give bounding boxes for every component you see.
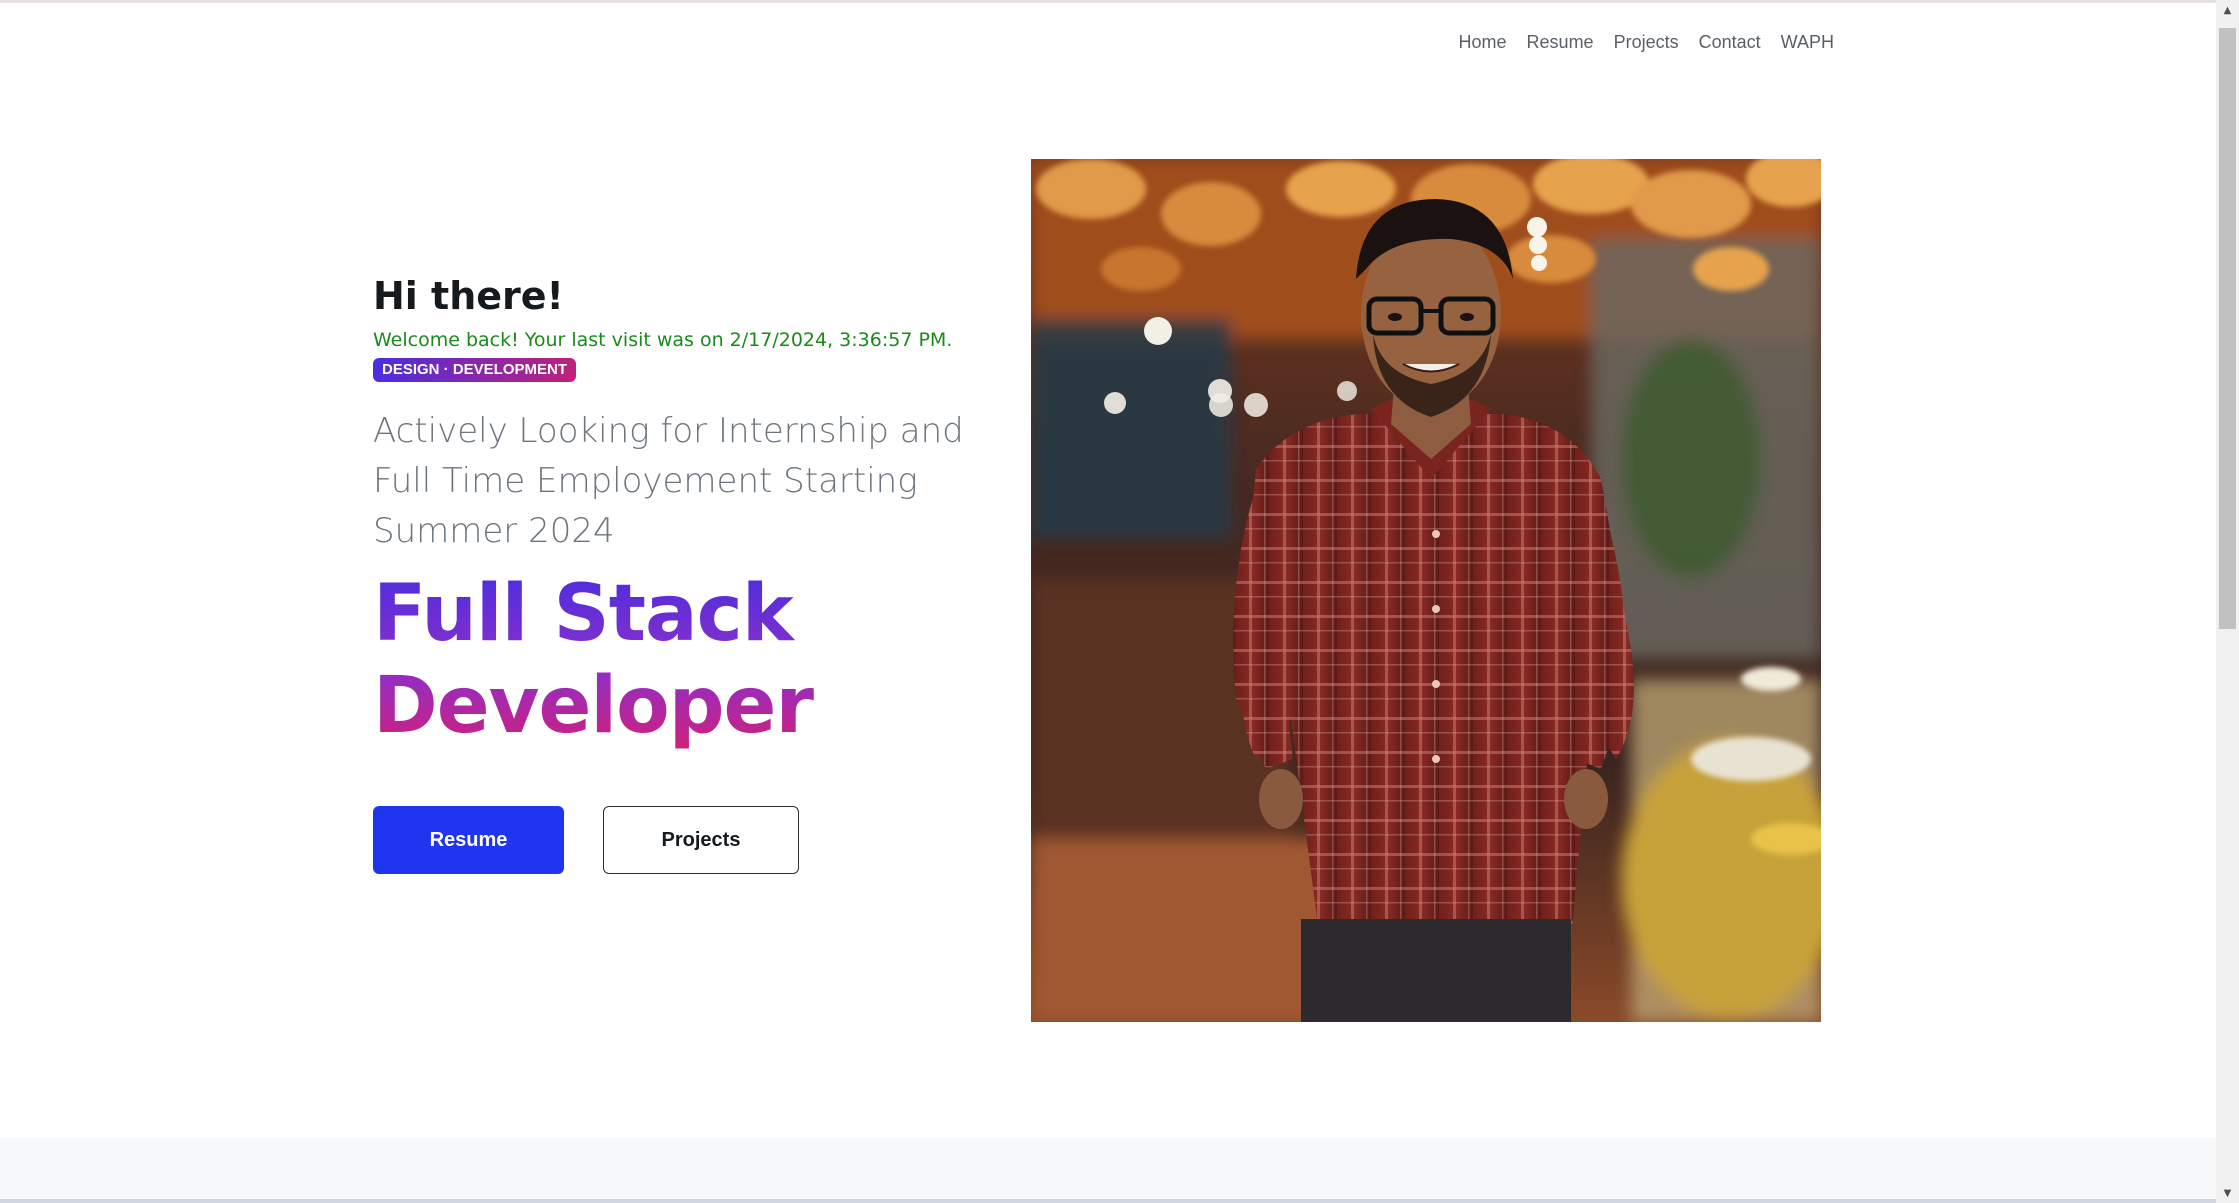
projects-button[interactable]: Projects (603, 806, 799, 874)
triangle-down-icon[interactable]: ▼ (2216, 1183, 2239, 1203)
profile-photo-illustration (1031, 159, 1821, 1022)
main-nav: Home Resume Projects Contact WAPH (1459, 32, 1834, 53)
nav-projects-link[interactable]: Projects (1614, 32, 1679, 53)
nav-waph-link[interactable]: WAPH (1781, 32, 1834, 53)
triangle-up-icon[interactable]: ▲ (2216, 0, 2239, 20)
resume-button[interactable]: Resume (373, 806, 564, 874)
greeting-heading: Hi there! (373, 274, 564, 318)
role-title-line-2: Developer (373, 661, 813, 751)
hero-actions: Resume Projects (373, 806, 799, 874)
profile-photo (1031, 159, 1821, 1022)
page: Home Resume Projects Contact WAPH Hi the… (0, 0, 2239, 1203)
nav-home-link[interactable]: Home (1459, 32, 1507, 53)
hero-intro: Hi there! Welcome back! Your last visit … (373, 268, 964, 752)
specialty-badge: DESIGN · DEVELOPMENT (373, 358, 577, 382)
nav-contact-link[interactable]: Contact (1699, 32, 1761, 53)
next-section-band (0, 1138, 2216, 1203)
welcome-back-message: Welcome back! Your last visit was on 2/1… (373, 329, 953, 351)
role-title: Full Stack Developer (373, 568, 933, 752)
scrollbar-thumb[interactable] (2219, 28, 2236, 629)
availability-tagline: Actively Looking for Internship and Full… (373, 411, 964, 551)
nav-resume-link[interactable]: Resume (1527, 32, 1594, 53)
role-title-line-1: Full Stack (373, 569, 793, 659)
bottom-border (0, 1199, 2216, 1203)
top-border (0, 0, 2216, 3)
vertical-scrollbar[interactable]: ▲ ▼ (2216, 0, 2239, 1203)
